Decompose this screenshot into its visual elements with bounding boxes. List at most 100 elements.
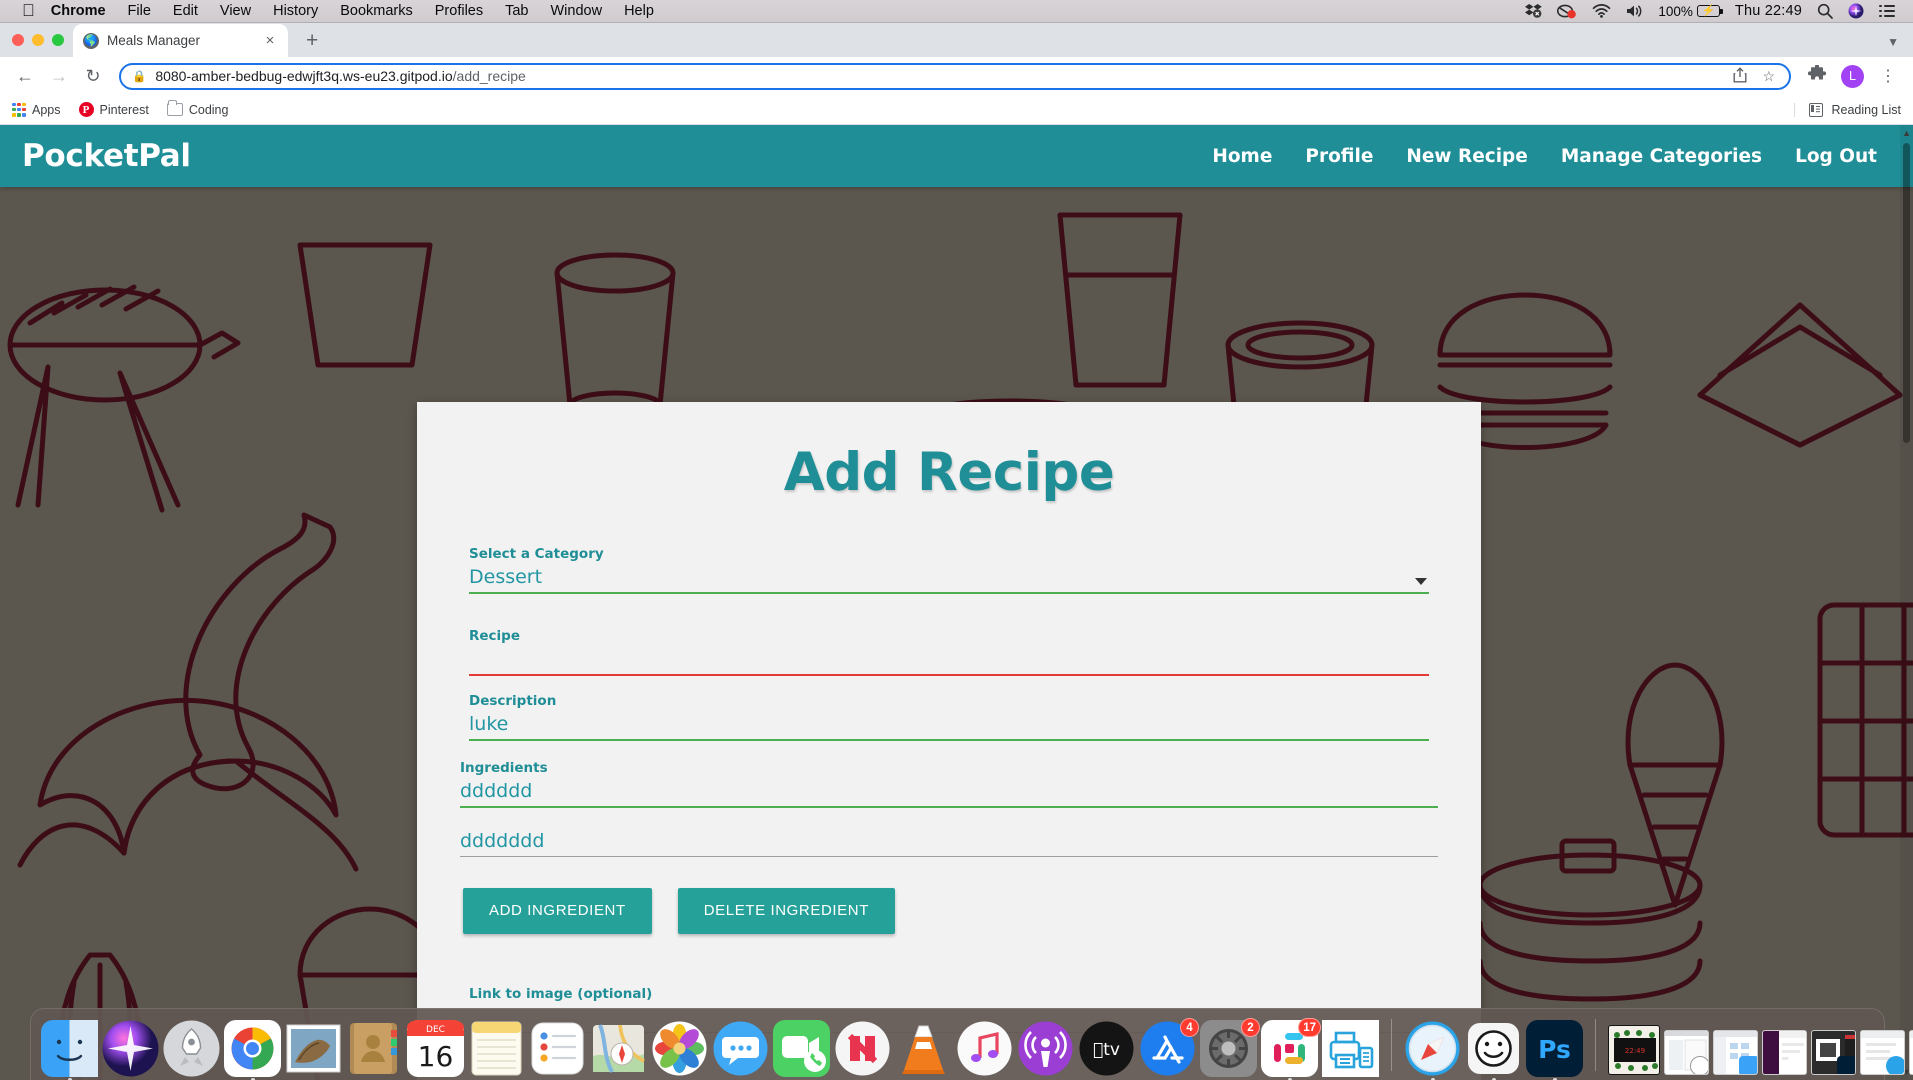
- svg-text:16: 16: [418, 1040, 454, 1073]
- dock-item-slack[interactable]: 17: [1261, 1018, 1321, 1080]
- address-bar[interactable]: 🔒 8080-amber-bedbug-edwjft3q.ws-eu23.git…: [119, 62, 1791, 90]
- dock-item-appstore[interactable]: 4: [1139, 1018, 1199, 1077]
- dock-item-mail[interactable]: [285, 1020, 342, 1077]
- apple-logo-icon[interactable]: : [22, 2, 35, 19]
- menu-bar-clock[interactable]: Thu 22:49: [1735, 3, 1802, 19]
- nav-link-manage-categories[interactable]: Manage Categories: [1561, 146, 1762, 167]
- dock-item-podcasts[interactable]: [1017, 1020, 1074, 1077]
- close-tab-button[interactable]: ×: [262, 32, 278, 49]
- menu-item-window[interactable]: Window: [551, 3, 603, 19]
- menu-item-file[interactable]: File: [128, 3, 151, 19]
- bookmark-pinterest[interactable]: P Pinterest: [78, 102, 149, 117]
- dock-item-photo-booth[interactable]: [1465, 1020, 1522, 1080]
- dock-item-calendar[interactable]: DEC 16: [407, 1020, 464, 1077]
- minimized-window-slack[interactable]: [1762, 1030, 1807, 1075]
- menu-item-profiles[interactable]: Profiles: [435, 3, 483, 19]
- wifi-icon[interactable]: [1592, 4, 1611, 18]
- three-dot-menu-icon[interactable]: ⋮: [1873, 66, 1903, 86]
- new-tab-button[interactable]: +: [306, 30, 318, 51]
- dock-item-notes[interactable]: [468, 1020, 525, 1077]
- maximize-window-button[interactable]: [52, 34, 64, 46]
- screen-record-icon[interactable]: [1557, 4, 1577, 19]
- menu-item-view[interactable]: View: [220, 3, 251, 19]
- nav-link-new-recipe[interactable]: New Recipe: [1406, 146, 1527, 167]
- scrollbar-thumb[interactable]: [1903, 143, 1910, 443]
- dock-item-messages[interactable]: [712, 1020, 769, 1077]
- page-scrollbar[interactable]: ▲ ▼: [1900, 125, 1913, 1080]
- dock-item-news[interactable]: [834, 1020, 891, 1077]
- dock-item-siri[interactable]: [102, 1020, 159, 1077]
- ingredient-buttons: Add Ingredient Delete Ingredient: [463, 888, 1429, 934]
- menu-item-chrome[interactable]: Chrome: [51, 3, 106, 19]
- reload-icon[interactable]: ↻: [78, 61, 108, 91]
- star-icon[interactable]: ☆: [1759, 68, 1778, 85]
- control-center-icon[interactable]: [1879, 4, 1895, 18]
- category-underline: [469, 592, 1429, 594]
- dropdown-caret-icon[interactable]: [1415, 578, 1427, 585]
- reading-list-button[interactable]: Reading List: [1793, 102, 1901, 117]
- dock-item-facetime[interactable]: [773, 1020, 830, 1077]
- share-icon[interactable]: [1730, 66, 1750, 86]
- back-arrow-icon[interactable]: ←: [10, 61, 40, 91]
- minimize-window-button[interactable]: [32, 34, 44, 46]
- close-window-button[interactable]: [12, 34, 24, 46]
- spotlight-search-icon[interactable]: [1817, 3, 1833, 19]
- ingredient-input-2[interactable]: ddddddd: [460, 826, 1438, 856]
- profile-avatar[interactable]: L: [1841, 64, 1864, 88]
- dropbox-icon[interactable]: [1525, 3, 1543, 19]
- svg-text:tv: tv: [1093, 1040, 1120, 1060]
- dock-item-reminders[interactable]: [529, 1020, 586, 1077]
- add-ingredient-button[interactable]: Add Ingredient: [463, 888, 652, 934]
- dock-item-music[interactable]: [956, 1020, 1013, 1077]
- battery-status[interactable]: 100% ⚡: [1658, 4, 1723, 19]
- menu-item-edit[interactable]: Edit: [173, 3, 198, 19]
- dock-item-contacts[interactable]: [346, 1020, 403, 1077]
- dock-item-finder[interactable]: [41, 1020, 98, 1080]
- bookmark-apps-label: Apps: [32, 102, 61, 117]
- nav-link-profile[interactable]: Profile: [1305, 146, 1373, 167]
- chevron-down-icon[interactable]: ▼: [1887, 35, 1899, 49]
- site-brand-logo[interactable]: PocketPal: [22, 138, 191, 174]
- siri-icon[interactable]: [1848, 3, 1864, 19]
- description-input[interactable]: luke: [469, 709, 1429, 739]
- minimized-window-holiday[interactable]: 22:49: [1608, 1025, 1660, 1075]
- menu-item-help[interactable]: Help: [624, 3, 654, 19]
- dock-item-printer[interactable]: [1322, 1020, 1379, 1077]
- dock-item-system-preferences[interactable]: 2: [1200, 1018, 1260, 1077]
- volume-icon[interactable]: [1626, 4, 1643, 18]
- dock-item-vlc[interactable]: [895, 1020, 952, 1077]
- minimized-window-photoshop[interactable]: [1811, 1030, 1856, 1075]
- svg-text:DEC: DEC: [426, 1025, 445, 1035]
- bookmark-coding[interactable]: Coding: [166, 100, 228, 117]
- minimized-window-photobooth[interactable]: [1664, 1030, 1709, 1075]
- minimized-window-finder[interactable]: [1713, 1030, 1758, 1075]
- ingredient-2-underline: [460, 856, 1438, 857]
- browser-tab[interactable]: 🌎 Meals Manager ×: [73, 24, 288, 57]
- bookmark-pinterest-label: Pinterest: [99, 102, 149, 117]
- dock-item-safari[interactable]: [1404, 1020, 1461, 1080]
- menu-item-history[interactable]: History: [273, 3, 318, 19]
- recipe-input[interactable]: [469, 644, 1429, 674]
- scroll-up-arrow-icon[interactable]: ▲: [1902, 128, 1911, 138]
- minimized-window-safari[interactable]: [1860, 1030, 1905, 1075]
- dock-item-chrome[interactable]: [224, 1020, 281, 1080]
- puzzle-piece-icon[interactable]: [1802, 63, 1832, 88]
- dock-item-photoshop[interactable]: Ps: [1526, 1020, 1583, 1080]
- window-traffic-lights: [8, 34, 73, 57]
- minimized-window-chrome[interactable]: [1909, 1030, 1913, 1075]
- dock-item-launchpad[interactable]: [163, 1020, 220, 1077]
- bookmark-apps[interactable]: Apps: [12, 102, 61, 117]
- menu-item-tab[interactable]: Tab: [505, 3, 528, 19]
- dock-item-maps[interactable]: [590, 1020, 647, 1077]
- dock-item-appletv[interactable]: tv: [1078, 1020, 1135, 1077]
- ingredient-input-1[interactable]: dddddd: [460, 776, 1438, 806]
- menu-item-bookmarks[interactable]: Bookmarks: [340, 3, 413, 19]
- nav-link-log-out[interactable]: Log Out: [1795, 146, 1877, 167]
- recipe-label: Recipe: [469, 628, 521, 644]
- forward-arrow-icon[interactable]: →: [44, 61, 74, 91]
- svg-text:Ps: Ps: [1538, 1035, 1571, 1064]
- nav-link-home[interactable]: Home: [1212, 146, 1272, 167]
- delete-ingredient-button[interactable]: Delete Ingredient: [677, 888, 895, 934]
- dock-item-photos[interactable]: [651, 1020, 708, 1077]
- category-select-value[interactable]: Dessert: [469, 562, 1429, 592]
